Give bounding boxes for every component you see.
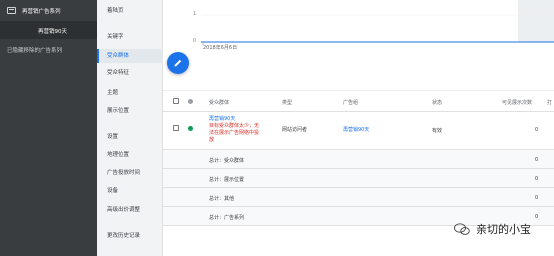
status-text: 有效 xyxy=(432,128,443,134)
nav-locations[interactable]: 地理位置 xyxy=(97,148,163,162)
campaign-name: 再营销广告系列 xyxy=(22,9,61,15)
total-label: 总计：受众群体 xyxy=(209,158,245,164)
total-row: 总计：其他 0 xyxy=(163,188,554,207)
row-checkbox[interactable] xyxy=(173,125,179,131)
nav-keywords[interactable]: 关键字 xyxy=(97,30,163,44)
total-label: 总计：广告系列 xyxy=(209,215,245,221)
col-header-type[interactable]: 类型 xyxy=(282,99,292,106)
status-dot xyxy=(188,126,193,131)
total-label: 总计：其他 xyxy=(209,196,235,202)
watermark: 亲切的小宝 xyxy=(454,221,531,237)
page-menu: 着陆页 关键字 受众群体 受众特征 主题 展示位置 设置 地理位置 广告投放时间… xyxy=(97,0,163,256)
show-removed-campaigns-link[interactable]: 已隐藏移除的广告系列 xyxy=(7,46,62,54)
campaign-item[interactable]: 再营销广告系列 xyxy=(0,0,97,21)
col-header-audience[interactable]: 受众群体 xyxy=(209,99,229,106)
table-row: 再营销90天 目标受众群体太少，无法在展示广告网络中投放 网站访问者 再营销90… xyxy=(163,112,554,150)
edit-fab-button[interactable] xyxy=(167,52,189,74)
nav-devices[interactable]: 设备 xyxy=(97,184,163,198)
nav-audiences[interactable]: 受众群体 xyxy=(97,49,163,63)
audience-name-link[interactable]: 再营销90天 xyxy=(209,115,235,122)
wechat-icon xyxy=(454,222,470,235)
col-header-status[interactable]: 状态 xyxy=(432,99,442,106)
col-header-impressions[interactable]: 可见展示次数 xyxy=(502,99,532,106)
audience-type: 网站访问者 xyxy=(282,127,308,133)
nav-landing-pages[interactable]: 着陆页 xyxy=(97,4,163,18)
adgroup-item[interactable]: 再营销90天 xyxy=(0,21,97,39)
impressions-value: 0 xyxy=(535,127,539,133)
nav-placements[interactable]: 展示位置 xyxy=(97,104,163,118)
status-header-dot xyxy=(188,99,193,104)
chart-svg xyxy=(201,0,554,45)
y-tick-label: 1 xyxy=(193,11,197,17)
nav-settings[interactable]: 设置 xyxy=(97,130,163,144)
performance-chart: 1 0 2018年6月6日 xyxy=(163,0,554,62)
campaign-icon xyxy=(7,7,16,14)
total-row: 总计：受众群体 0 xyxy=(163,150,554,169)
col-header-ad-group[interactable]: 广告组 xyxy=(343,99,358,106)
select-all-checkbox[interactable] xyxy=(173,98,179,104)
chart-shaded-region xyxy=(518,0,554,42)
total-value: 0 xyxy=(535,195,539,201)
adgroup-name: 再营销90天 xyxy=(38,29,67,35)
x-date-label: 2018年6月6日 xyxy=(203,45,238,51)
total-value: 0 xyxy=(535,214,539,220)
total-value: 0 xyxy=(535,157,539,163)
nav-change-history[interactable]: 更改历史记录 xyxy=(97,229,163,243)
total-row: 总计：展示位置 0 xyxy=(163,169,554,188)
watermark-text: 亲切的小宝 xyxy=(476,223,531,236)
main-content: 1 0 2018年6月6日 受众群体 类型 广告组 状态 可见展示次数 打 再营… xyxy=(163,0,554,256)
campaign-sidebar: 再营销广告系列 再营销90天 已隐藏移除的广告系列 xyxy=(0,0,97,256)
total-value: 0 xyxy=(535,176,539,182)
nav-topics[interactable]: 主题 xyxy=(97,86,163,100)
col-header-truncated[interactable]: 打 xyxy=(547,99,552,106)
nav-bid-adjustments[interactable]: 高级出价调整 xyxy=(97,203,163,217)
edit-icon xyxy=(174,59,182,67)
audience-warning: 目标受众群体太少，无法在展示广告网络中投放 xyxy=(209,123,260,143)
table-header: 受众群体 类型 广告组 状态 可见展示次数 打 xyxy=(163,90,554,112)
total-label: 总计：展示位置 xyxy=(209,177,245,183)
y-tick-label: 0 xyxy=(193,38,197,44)
nav-demographics[interactable]: 受众特征 xyxy=(97,66,163,80)
ad-group-link[interactable]: 再营销90天 xyxy=(343,126,369,133)
nav-ad-schedule[interactable]: 广告投放时间 xyxy=(97,166,163,180)
